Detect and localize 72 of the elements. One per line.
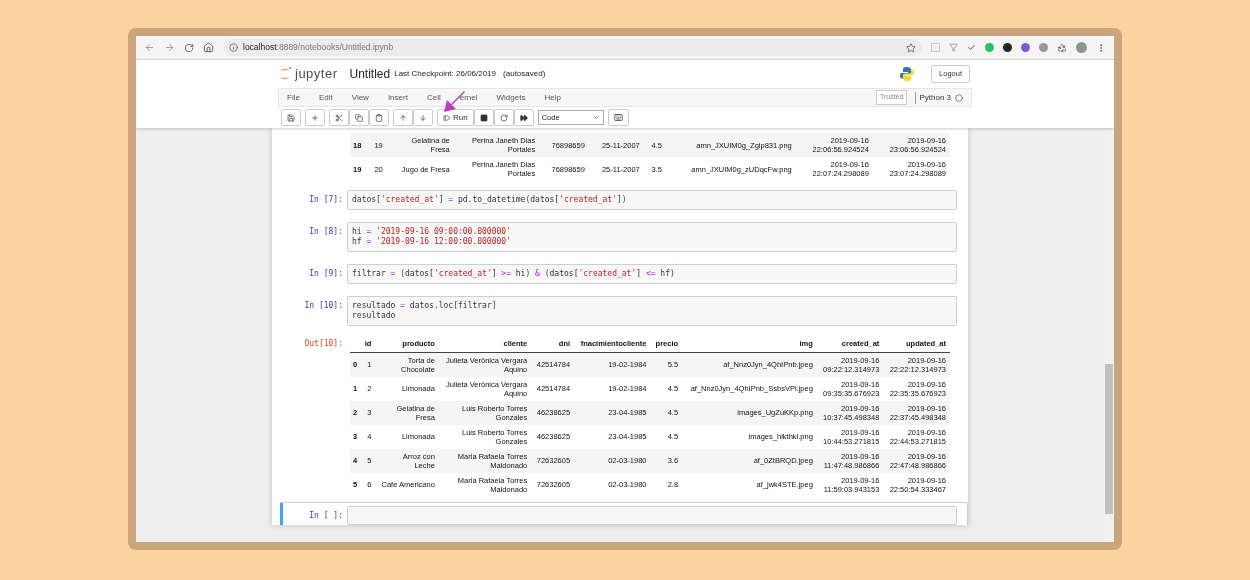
input-prompt: In [9]:	[309, 269, 343, 278]
home-icon[interactable]	[203, 42, 214, 53]
step-icon	[443, 113, 451, 122]
output-prompt: Out[10]:	[304, 339, 343, 348]
stop-button[interactable]	[473, 109, 494, 126]
cut-button[interactable]	[329, 109, 349, 126]
input-prompt: In [8]:	[309, 227, 343, 236]
plus-icon	[311, 113, 319, 122]
code-line: resultado	[352, 311, 397, 321]
recycle-icon[interactable]	[1057, 42, 1067, 53]
keyboard-button[interactable]	[607, 109, 629, 126]
code-line: filtrar = (datos['created_at'] >= hi) & (datos['created_at'] <= hf)	[352, 269, 676, 279]
menu-item[interactable]: Edit	[318, 91, 333, 104]
kernel-name: Python 3	[915, 91, 951, 104]
keyboard-icon	[613, 113, 623, 122]
check-icon[interactable]	[967, 43, 976, 52]
funnel-icon[interactable]	[949, 43, 958, 52]
up-arrow-icon	[399, 113, 407, 122]
autosave-text: (autosaved)	[503, 68, 546, 80]
code-input[interactable]: resultado = datos.loc[filtrar] resultado	[347, 296, 957, 326]
code-input[interactable]: filtrar = (datos['created_at'] >= hi) & (datos['created_at'] <= hf)	[347, 264, 957, 284]
checkpoint-text: Last Checkpoint: 26/06/2019	[394, 68, 497, 80]
notebook-name[interactable]: Untitled	[349, 65, 391, 83]
menu-item[interactable]: Help	[544, 91, 561, 104]
code-line: resultado = datos.loc[filtrar]	[352, 301, 498, 311]
menu-item[interactable]: ernel	[459, 91, 478, 104]
leaf-icon[interactable]	[985, 43, 994, 52]
input-prompt: In [7]:	[309, 195, 343, 204]
menu-item[interactable]: File	[287, 91, 300, 104]
code-input[interactable]	[347, 505, 957, 525]
dropdown-caret-icon	[592, 114, 600, 121]
address-bar[interactable]: localhost:8889/notebooks/Untitled.ipynb	[223, 39, 922, 56]
bookmark-star-icon[interactable]	[906, 42, 916, 53]
code-line: datos['created_at'] = pd.to_datetime(datos['created_at'])	[352, 195, 628, 205]
save-icon	[287, 113, 295, 122]
jupyter-logo-text: jupyter	[295, 65, 338, 84]
run-all-button[interactable]	[513, 109, 534, 126]
input-prompt: In [10]:	[304, 301, 343, 310]
reload-icon[interactable]	[184, 42, 194, 53]
forward-icon[interactable]	[164, 42, 175, 53]
code-line: hi = '2019-09-16 09:00:00.000000'	[352, 227, 512, 237]
input-prompt: In [ ]:	[309, 510, 343, 520]
move-up-button[interactable]	[393, 109, 413, 126]
scrollbar-thumb[interactable]	[1105, 364, 1113, 514]
code-line: hf = '2019-09-16 12:00:00.000000'	[352, 237, 512, 247]
avatar-icon[interactable]	[1076, 42, 1087, 53]
info-icon	[229, 43, 238, 52]
menu-item[interactable]: View	[351, 91, 369, 104]
stop-icon	[479, 113, 488, 122]
restart-icon	[499, 113, 508, 122]
restart-button[interactable]	[493, 109, 514, 126]
copy-icon	[355, 113, 363, 122]
run-button[interactable]: Run	[437, 109, 474, 126]
menu-item[interactable]: Cell	[426, 91, 441, 104]
move-down-button[interactable]	[413, 109, 433, 126]
code-input[interactable]: hi = '2019-09-16 09:00:00.000000' hf = '2019-09-16 12:00:00.000000'	[347, 222, 957, 252]
back-icon[interactable]	[144, 42, 155, 53]
code-input[interactable]: datos['created_at'] = pd.to_datetime(datos['created_at'])	[347, 190, 957, 210]
down-arrow-icon	[419, 113, 427, 122]
paste-icon	[375, 113, 383, 122]
copy-button[interactable]	[349, 109, 369, 126]
paste-button[interactable]	[369, 109, 389, 126]
add-cell-button[interactable]	[305, 109, 325, 126]
kernel-idle-icon	[955, 93, 963, 102]
python-logo-icon	[899, 66, 916, 82]
fast-forward-icon	[519, 113, 528, 122]
menu-item[interactable]: Widgets	[496, 91, 526, 104]
url-text: localhost:8889/notebooks/Untitled.ipynb	[243, 41, 395, 54]
save-button[interactable]	[281, 109, 301, 126]
jupyter-logo-icon	[278, 66, 292, 82]
cut-icon	[335, 113, 343, 122]
menu-item[interactable]: Insert	[387, 91, 408, 104]
